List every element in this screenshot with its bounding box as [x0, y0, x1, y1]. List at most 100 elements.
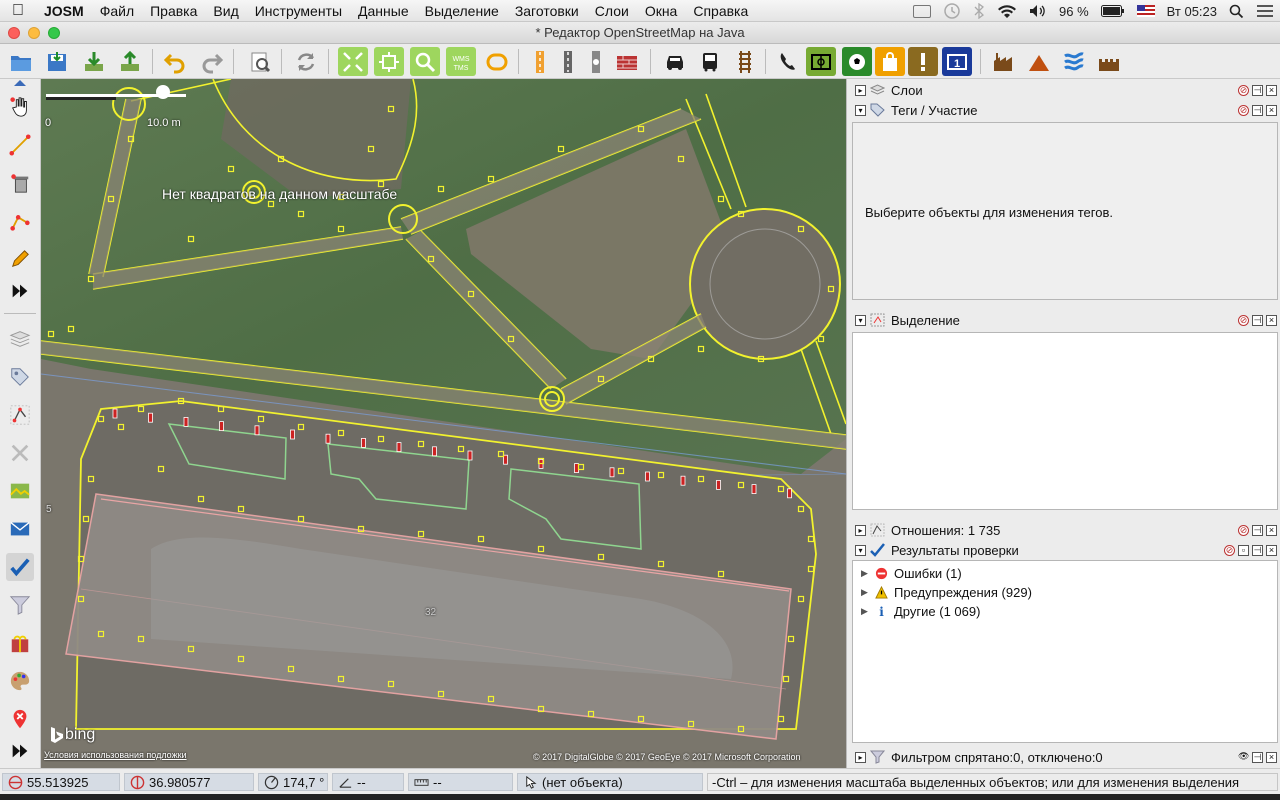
preset-phone-button[interactable]: [773, 47, 803, 76]
wms-tms-button[interactable]: WMS TMS: [446, 47, 476, 76]
expand-icon[interactable]: ▸: [855, 524, 866, 536]
collapse-icon[interactable]: ▾: [855, 104, 866, 116]
stop-icon[interactable]: ⊘: [1238, 524, 1249, 536]
eye-icon[interactable]: 👁: [1238, 751, 1249, 763]
select-mode-button[interactable]: [6, 93, 34, 121]
preset-castle-button[interactable]: [1094, 47, 1124, 76]
notes-toggle-button[interactable]: [6, 705, 34, 733]
menu-presets[interactable]: Заготовки: [507, 3, 587, 19]
save-button[interactable]: [42, 47, 72, 76]
pin-icon[interactable]: ⊣: [1252, 84, 1263, 96]
preset-sport-button[interactable]: [842, 47, 872, 76]
menu-help[interactable]: Справка: [685, 3, 756, 19]
display-icon[interactable]: [913, 4, 932, 18]
dock-icon[interactable]: ▫: [1238, 544, 1249, 556]
zoom-window-button[interactable]: [48, 27, 60, 39]
zoom-to-layer-button[interactable]: [338, 47, 368, 76]
stop-icon[interactable]: ⊘: [1238, 84, 1249, 96]
preset-car-button[interactable]: [660, 47, 690, 76]
upload-button[interactable]: [115, 47, 145, 76]
menu-selection[interactable]: Выделение: [417, 3, 507, 19]
validation-tree[interactable]: ▶ Ошибки (1) ▶ Предупреждения (929) ▶ i …: [852, 560, 1278, 743]
layers-toggle-button[interactable]: [6, 325, 34, 353]
selection-panel-header[interactable]: ▾ Выделение ⊘ ⊣ ×: [851, 310, 1279, 330]
terms-link[interactable]: Условия использования подложки: [44, 750, 187, 760]
preferences-button[interactable]: [245, 47, 275, 76]
layers-panel-header[interactable]: ▸ Слои ⊘ ⊣ ×: [851, 80, 1279, 100]
stop-icon[interactable]: ⊘: [1238, 314, 1249, 326]
validation-errors-row[interactable]: ▶ Ошибки (1): [861, 564, 962, 582]
preset-track-button[interactable]: [553, 47, 583, 76]
download-button[interactable]: [79, 47, 109, 76]
map-paint-styles-button[interactable]: [6, 667, 34, 695]
pin-icon[interactable]: ⊣: [1252, 524, 1263, 536]
author-toggle-button[interactable]: [6, 629, 34, 657]
tags-toggle-button[interactable]: [6, 363, 34, 391]
preset-leisure-button[interactable]: [806, 47, 836, 76]
zoom-button[interactable]: [410, 47, 440, 76]
map-view[interactable]: 0 10.0 m Нет квадратов на данном масштаб…: [41, 79, 846, 768]
validation-warnings-row[interactable]: ▶ Предупреждения (929): [861, 583, 1032, 601]
preset-industrial-button[interactable]: [989, 47, 1019, 76]
battery-icon[interactable]: [1100, 5, 1125, 17]
open-file-button[interactable]: [6, 47, 36, 76]
preset-waterway-button[interactable]: [1059, 47, 1089, 76]
menu-windows[interactable]: Окна: [637, 3, 686, 19]
more-toggles-button[interactable]: [6, 737, 34, 765]
stop-icon[interactable]: ⊘: [1224, 544, 1235, 556]
filter-panel-header[interactable]: ▸ Фильтром спрятано:0, отключено:0 👁 ⊣ ×: [851, 747, 1279, 767]
draw-mode-button[interactable]: [6, 131, 34, 159]
menu-edit[interactable]: Правка: [142, 3, 205, 19]
close-icon[interactable]: ×: [1266, 314, 1277, 326]
preset-footway-button[interactable]: [581, 47, 611, 76]
filter-toggle-button[interactable]: [6, 591, 34, 619]
expand-arrow-icon[interactable]: ▶: [861, 587, 873, 598]
validator-toggle-button[interactable]: [6, 553, 34, 581]
pin-icon[interactable]: ⊣: [1252, 314, 1263, 326]
preset-hazard-button[interactable]: [908, 47, 938, 76]
improve-way-button[interactable]: [6, 207, 34, 235]
selection-list[interactable]: [852, 332, 1278, 510]
validation-panel-header[interactable]: ▾ Результаты проверки ⊘ ▫ ⊣ ×: [851, 540, 1279, 560]
preset-railway-button[interactable]: [730, 47, 760, 76]
close-icon[interactable]: ×: [1266, 524, 1277, 536]
conflict-toggle-button[interactable]: [6, 439, 34, 467]
lasso-button[interactable]: [482, 47, 512, 76]
battery-percent[interactable]: 96 %: [1059, 4, 1089, 19]
pencil-mode-button[interactable]: [6, 245, 34, 273]
time-machine-icon[interactable]: [943, 2, 961, 20]
spotlight-search-icon[interactable]: [1229, 4, 1244, 19]
menu-file[interactable]: Файл: [92, 3, 142, 19]
redo-button[interactable]: [197, 47, 227, 76]
close-icon[interactable]: ×: [1266, 544, 1277, 556]
delete-mode-button[interactable]: [6, 169, 34, 197]
preset-peak-button[interactable]: [1024, 47, 1054, 76]
pin-icon[interactable]: ⊣: [1252, 104, 1263, 116]
imagery-toggle-button[interactable]: [6, 477, 34, 505]
scroll-up-icon[interactable]: [14, 80, 26, 86]
menu-app[interactable]: JOSM: [36, 3, 92, 19]
expand-icon[interactable]: ▸: [855, 84, 866, 96]
pin-icon[interactable]: ⊣: [1252, 751, 1263, 763]
preset-highway-button[interactable]: [525, 47, 555, 76]
menu-tools[interactable]: Инструменты: [247, 3, 350, 19]
close-window-button[interactable]: [8, 27, 20, 39]
collapse-icon[interactable]: ▾: [855, 314, 866, 326]
preset-wall-button[interactable]: [612, 47, 642, 76]
menu-view[interactable]: Вид: [205, 3, 246, 19]
zoom-to-selection-button[interactable]: [374, 47, 404, 76]
tags-panel-header[interactable]: ▾ Теги / Участие ⊘ ⊣ ×: [851, 100, 1279, 120]
messages-toggle-button[interactable]: [6, 515, 34, 543]
apple-icon[interactable]: : [0, 2, 36, 20]
menu-data[interactable]: Данные: [350, 3, 417, 19]
bluetooth-icon[interactable]: [973, 3, 985, 19]
stop-icon[interactable]: ⊘: [1238, 104, 1249, 116]
expand-arrow-icon[interactable]: ▶: [861, 568, 873, 579]
wifi-icon[interactable]: [997, 4, 1017, 19]
map-canvas[interactable]: [41, 79, 846, 768]
close-icon[interactable]: ×: [1266, 751, 1277, 763]
flag-icon[interactable]: [1136, 5, 1155, 17]
expand-icon[interactable]: ▸: [855, 751, 866, 763]
minimize-window-button[interactable]: [28, 27, 40, 39]
relations-panel-header[interactable]: ▸ Отношения: 1 735 ⊘ ⊣ ×: [851, 520, 1279, 540]
